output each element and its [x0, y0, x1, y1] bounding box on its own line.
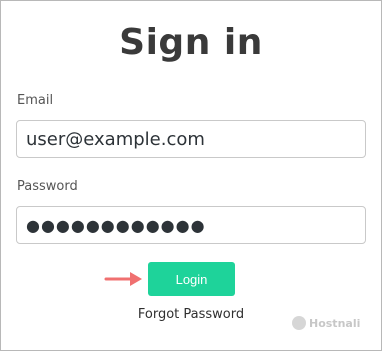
password-value: ●●●●●●●●●●●●: [26, 215, 206, 235]
password-label: Password: [17, 179, 78, 194]
page-title: Sign in: [119, 22, 263, 63]
login-button[interactable]: Login: [148, 262, 235, 296]
email-value: user@example.com: [26, 128, 205, 150]
email-field[interactable]: user@example.com: [16, 120, 366, 158]
watermark: Hostnali: [292, 316, 360, 330]
pointer-arrow-icon: [104, 272, 142, 286]
watermark-text: Hostnali: [309, 316, 361, 330]
password-field[interactable]: ●●●●●●●●●●●●: [16, 206, 366, 244]
email-label: Email: [17, 93, 54, 108]
brand-logo-icon: [292, 316, 306, 330]
